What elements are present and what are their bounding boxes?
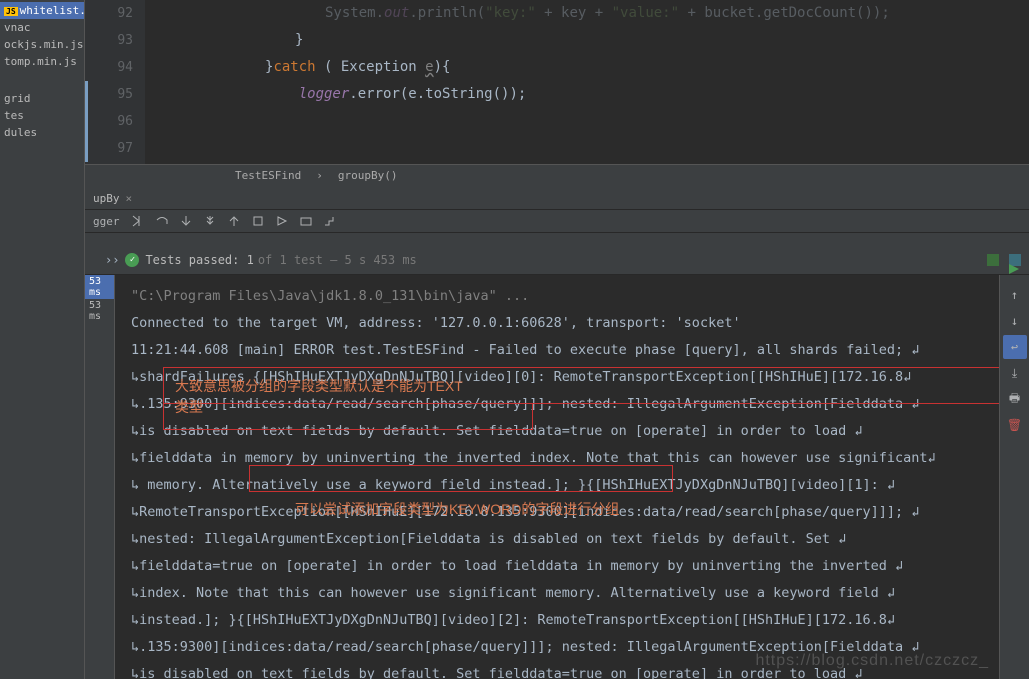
print-icon[interactable]: 🖶 xyxy=(1003,387,1027,411)
pass-icon: ✓ xyxy=(125,253,139,267)
scroll-end-icon[interactable]: ⤓ xyxy=(1003,361,1027,385)
console-output[interactable]: "C:\Program Files\Java\jdk1.8.0_131\bin\… xyxy=(115,275,999,679)
tab-groupby[interactable]: upBy× xyxy=(85,190,140,207)
test-status-bar: ›› ✓ Tests passed: 1 of 1 test – 5 s 453… xyxy=(85,245,1029,275)
line-gutter: 92 93 94 95 96 97 xyxy=(85,0,145,164)
expand-arrows[interactable]: ›› xyxy=(105,253,119,267)
tool-tab-row: upBy× xyxy=(85,187,1029,209)
debug-toolbar: gger xyxy=(85,209,1029,233)
drop-frame-icon[interactable] xyxy=(246,210,270,232)
side-rerun[interactable] xyxy=(1005,260,1025,278)
ant-icon[interactable] xyxy=(985,252,1001,268)
code-editor[interactable]: 92 93 94 95 96 97 System.out.println("ke… xyxy=(85,0,1029,165)
js-icon: JS xyxy=(4,7,18,16)
evaluate-icon[interactable] xyxy=(294,210,318,232)
close-icon[interactable]: × xyxy=(126,192,133,205)
code-area[interactable]: System.out.println("key:" + key + "value… xyxy=(145,0,1029,164)
console-toolbar: ↑ ↓ ↩ ⤓ 🖶 🗑 xyxy=(999,275,1029,679)
run-cursor-icon[interactable] xyxy=(270,210,294,232)
annotation-text: 大致意思被分组的字段类型默认是不能为TEXT xyxy=(175,373,463,400)
test-tree-gutter: 53 ms 53 ms xyxy=(85,275,115,679)
annotation-text: 类型 xyxy=(175,394,203,421)
file-whitelist[interactable]: JSwhitelist.js xyxy=(0,2,84,19)
soft-wrap-icon[interactable]: ↩ xyxy=(1003,335,1027,359)
show-execution-icon[interactable] xyxy=(126,210,150,232)
breadcrumb[interactable]: TestESFind›groupBy() xyxy=(85,165,1029,187)
debugger-label: gger xyxy=(87,210,126,232)
watermark: https://blog.csdn.net/czczcz_ xyxy=(755,647,989,674)
time-badge[interactable]: 53 ms xyxy=(85,299,114,323)
tests-duration: of 1 test – 5 s 453 ms xyxy=(258,253,417,267)
sidebar-dules[interactable]: dules xyxy=(0,124,84,141)
file-stomp[interactable]: tomp.min.js xyxy=(0,53,84,70)
sidebar-grid[interactable]: grid xyxy=(0,90,84,107)
sidebar-tes[interactable]: tes xyxy=(0,107,84,124)
tests-passed-label: Tests passed: 1 xyxy=(145,253,253,267)
scroll-up-icon[interactable]: ↑ xyxy=(1003,283,1027,307)
file-vnac[interactable]: vnac xyxy=(0,19,84,36)
clear-icon[interactable]: 🗑 xyxy=(1003,413,1027,437)
trace-icon[interactable] xyxy=(318,210,342,232)
step-over-icon[interactable] xyxy=(150,210,174,232)
file-sockjs[interactable]: ockjs.min.js xyxy=(0,36,84,53)
annotation-text: 可以尝试添加字段类型为KEYWORD的字段进行分组 xyxy=(295,496,619,523)
project-sidebar: JSwhitelist.js vnac ockjs.min.js tomp.mi… xyxy=(0,0,85,679)
step-out-icon[interactable] xyxy=(222,210,246,232)
step-into-icon[interactable] xyxy=(174,210,198,232)
scroll-down-icon[interactable]: ↓ xyxy=(1003,309,1027,333)
force-step-icon[interactable] xyxy=(198,210,222,232)
time-badge[interactable]: 53 ms xyxy=(85,275,114,299)
